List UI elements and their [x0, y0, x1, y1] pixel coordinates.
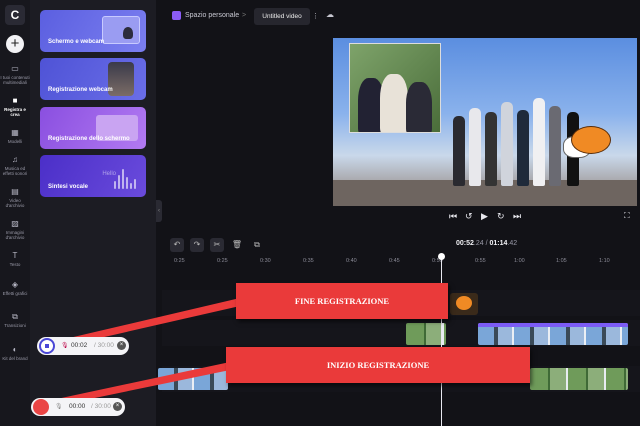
- elapsed-time: 00:02: [71, 342, 88, 349]
- stop-recording-button[interactable]: [39, 338, 55, 354]
- start-recording-button[interactable]: [33, 399, 49, 415]
- elapsed-time: 00:00: [69, 403, 86, 410]
- close-icon[interactable]: ×: [113, 402, 122, 411]
- end-recording-callout: FINE REGISTRAZIONE: [236, 283, 448, 319]
- mic-icon[interactable]: 🎙: [61, 342, 69, 349]
- time-limit: / 30:00: [94, 342, 114, 349]
- recording-bar-start: 🎙 00:00 / 30:00 ×: [31, 398, 125, 416]
- mic-muted-icon[interactable]: 🎙: [55, 403, 63, 410]
- close-icon[interactable]: ×: [117, 341, 126, 350]
- recording-bar-stop: 🎙 00:02 / 30:00 ×: [37, 337, 129, 355]
- start-recording-callout: INIZIO REGISTRAZIONE: [226, 347, 530, 383]
- time-limit: / 30:00: [91, 403, 111, 410]
